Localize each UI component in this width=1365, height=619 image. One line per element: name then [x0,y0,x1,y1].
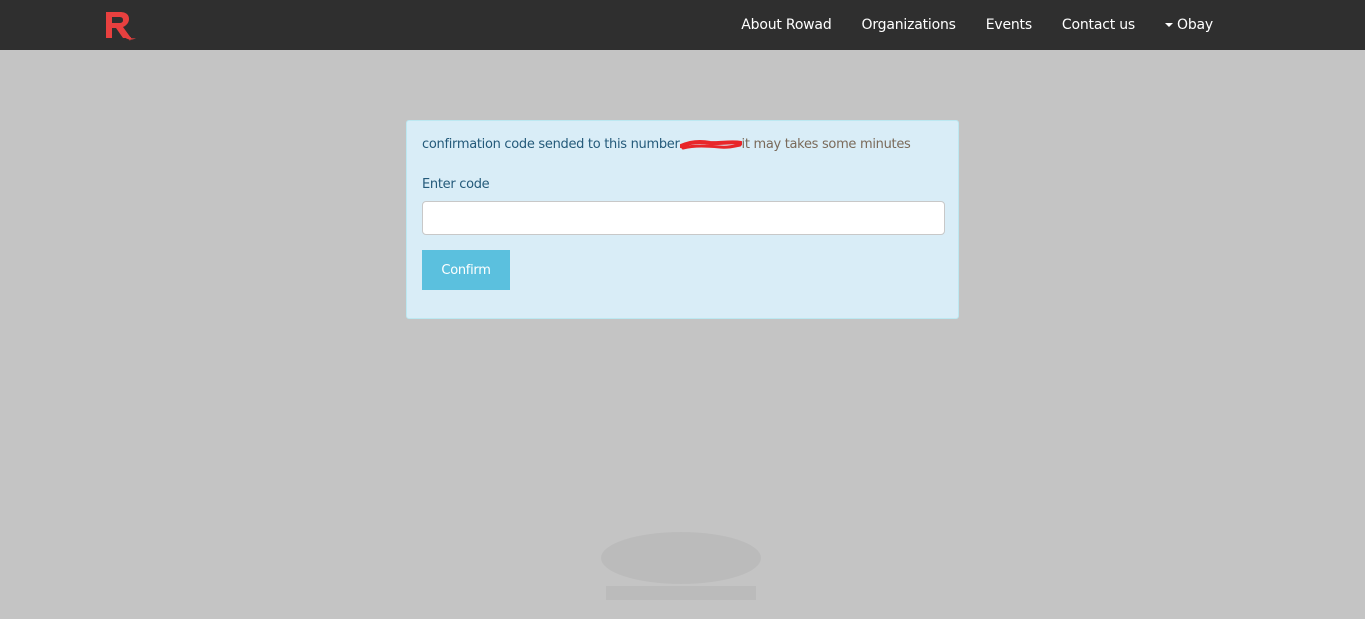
confirmation-note-text: it may takes some minutes [741,137,911,152]
redaction-scribble-icon [679,139,742,149]
nav-link-organizations[interactable]: Organizations [862,17,956,33]
confirmation-code-input[interactable] [422,201,945,235]
redacted-phone-number [679,138,742,152]
nav-link-events[interactable]: Events [986,17,1032,33]
rowad-logo[interactable] [104,10,138,42]
caret-down-icon [1165,23,1174,27]
nav-link-about-rowad[interactable]: About Rowad [741,17,831,33]
watermark-icon [601,532,761,600]
rowad-logo-icon [106,12,136,41]
confirmation-message-text: confirmation code sended to this number [422,137,680,152]
top-navbar: About Rowad Organizations Events Contact… [0,0,1365,50]
confirm-button[interactable]: Confirm [422,250,510,290]
nav-links: About Rowad Organizations Events Contact… [711,0,1213,50]
user-menu-label: Obay [1177,17,1213,33]
confirmation-panel: confirmation code sended to this number … [406,120,959,319]
user-menu-dropdown[interactable]: Obay [1165,17,1213,33]
faded-watermark [596,528,766,608]
nav-link-contact-us[interactable]: Contact us [1062,17,1135,33]
enter-code-label: Enter code [422,177,490,192]
confirmation-message: confirmation code sended to this number … [422,137,911,152]
